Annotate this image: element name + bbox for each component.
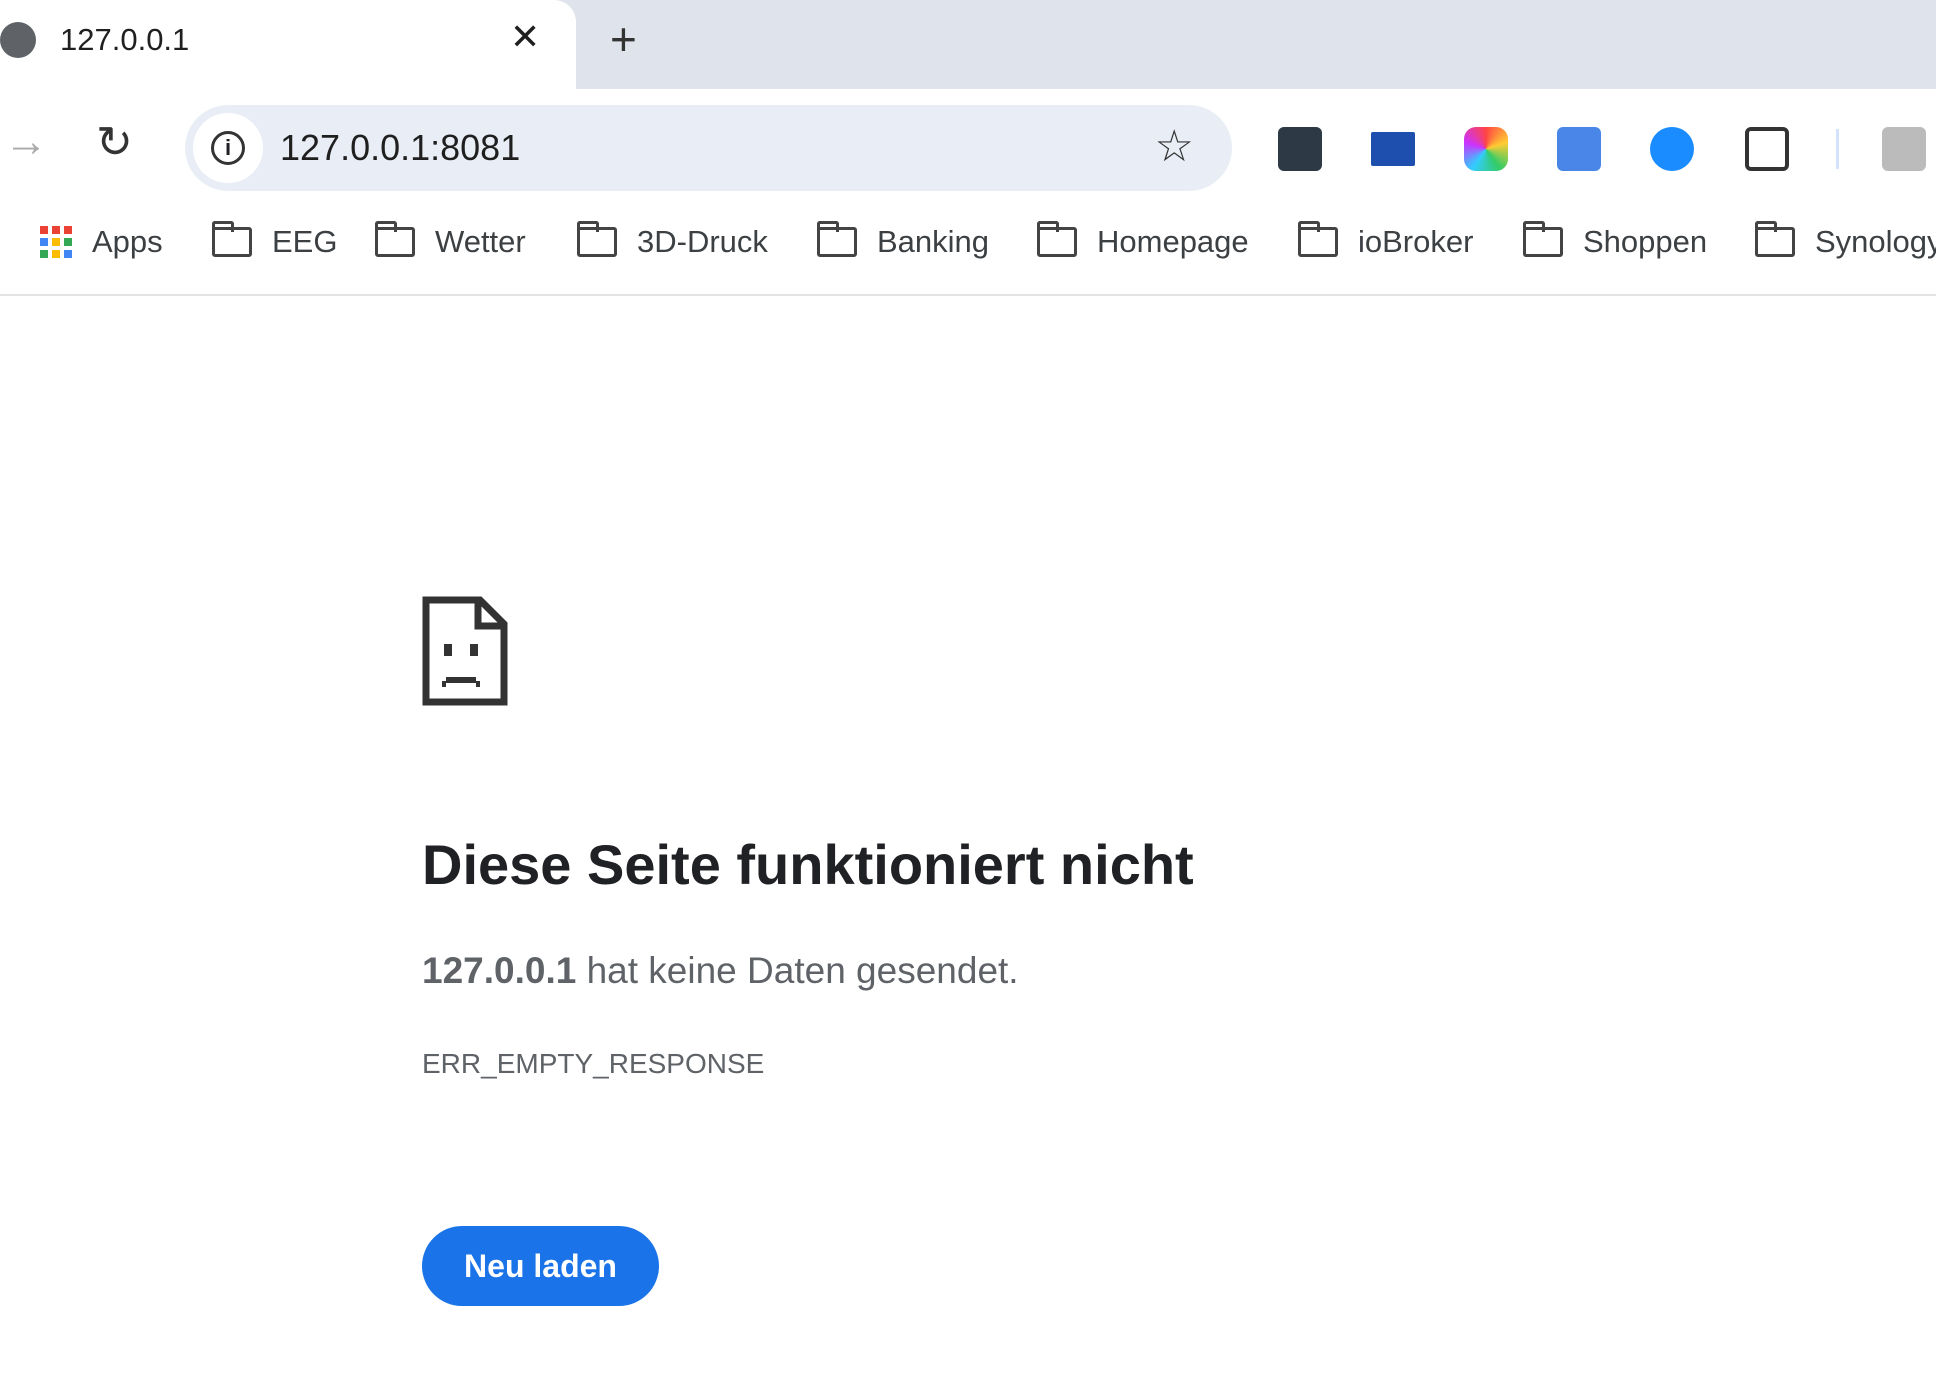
bookmark-folder[interactable]: Homepage [1037,221,1249,260]
globe-icon [0,22,36,58]
new-tab-button[interactable]: + [610,12,637,66]
bookmark-label: Wetter [435,224,526,259]
bookmarks-bar: Apps EEG Wetter 3D-Druck Banking Homepag… [0,204,1936,296]
sad-page-icon [422,596,508,706]
address-bar[interactable]: i 127.0.0.1:8081 ☆ [185,105,1232,191]
error-message-text: hat keine Daten gesendet. [576,950,1019,991]
bookmark-label: ioBroker [1358,224,1474,259]
folder-icon [1298,221,1338,257]
folder-icon [1755,221,1795,257]
url-text[interactable]: 127.0.0.1:8081 [280,127,520,169]
apps-grid-icon [40,226,72,258]
password-manager-icon[interactable] [1278,127,1322,171]
bookmark-label: EEG [272,224,338,259]
bookmark-folder[interactable]: ioBroker [1298,221,1474,260]
bookmark-apps[interactable]: Apps [40,224,163,260]
bookmark-label: Apps [92,224,163,259]
folder-icon [375,221,415,257]
folder-icon [212,221,252,257]
shazam-icon[interactable] [1650,127,1694,171]
error-title: Diese Seite funktioniert nicht [422,833,1194,896]
toolbar-divider [1836,129,1839,169]
folder-icon [1037,221,1077,257]
folder-icon [1523,221,1563,257]
bookmark-label: 3D-Druck [637,224,768,259]
close-icon[interactable]: ✕ [510,16,540,58]
folder-icon [817,221,857,257]
translate-icon[interactable] [1882,127,1926,171]
error-code: ERR_EMPTY_RESPONSE [422,1048,765,1079]
reload-icon[interactable]: ↻ [96,117,133,168]
error-host: 127.0.0.1 [422,950,577,991]
folder-icon [577,221,617,257]
forward-icon[interactable]: → [4,117,48,167]
color-picker-icon[interactable] [1464,127,1508,171]
toolbar: → ↻ i 127.0.0.1:8081 ☆ [0,89,1936,204]
bookmark-folder[interactable]: 3D-Druck [577,221,768,260]
site-info-icon[interactable]: i [193,113,263,183]
mail-icon[interactable] [1371,132,1415,166]
google-translate-icon[interactable] [1557,127,1601,171]
extensions-puzzle-icon[interactable] [1745,127,1789,171]
bookmark-folder[interactable]: Wetter [375,221,526,260]
tab-title: 127.0.0.1 [60,22,190,57]
error-message: 127.0.0.1 hat keine Daten gesendet. [422,950,1019,992]
bookmark-star-icon[interactable]: ☆ [1155,121,1194,172]
tab-strip: 127.0.0.1 ✕ + [0,0,1936,89]
bookmark-folder[interactable]: Banking [817,221,990,260]
bookmark-folder[interactable]: Shoppen [1523,221,1708,260]
bookmark-label: Synology [1815,224,1936,259]
bookmark-label: Banking [877,224,990,259]
bookmark-folder[interactable]: EEG [212,221,338,260]
bookmark-label: Homepage [1097,224,1249,259]
bookmark-folder[interactable]: Synology [1755,221,1936,260]
bookmark-label: Shoppen [1583,224,1708,259]
reload-button[interactable]: Neu laden [422,1226,659,1306]
tab-active[interactable]: 127.0.0.1 ✕ [0,0,576,89]
